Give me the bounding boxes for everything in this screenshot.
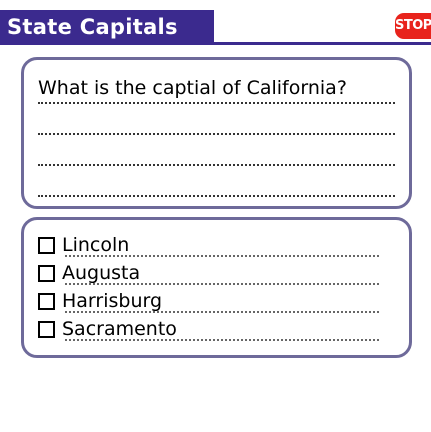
answer-label: Lincoln (62, 234, 130, 256)
blank-answer-line (38, 167, 395, 197)
blank-answer-line (38, 136, 395, 166)
question-line: What is the captial of California? (38, 74, 395, 104)
checkbox[interactable] (38, 237, 55, 254)
answer-option-harrisburg[interactable]: Harrisburg (38, 286, 379, 314)
title-underline (0, 42, 431, 45)
checkbox[interactable] (38, 293, 55, 310)
answer-option-sacramento[interactable]: Sacramento (38, 314, 379, 342)
checkbox[interactable] (38, 321, 55, 338)
answer-label: Harrisburg (62, 290, 163, 312)
answer-label: Sacramento (62, 318, 177, 340)
stop-button[interactable]: STOP (395, 13, 431, 39)
checkbox[interactable] (38, 265, 55, 282)
blank-answer-line (38, 105, 395, 135)
app-title: State Capitals (0, 10, 214, 44)
question-panel: What is the captial of California? (21, 57, 412, 209)
answer-option-lincoln[interactable]: Lincoln (38, 230, 379, 258)
answer-label: Augusta (62, 262, 141, 284)
answer-option-augusta[interactable]: Augusta (38, 258, 379, 286)
question-text: What is the captial of California? (38, 77, 347, 99)
answer-panel: Lincoln Augusta Harrisburg Sacramento (21, 217, 412, 358)
